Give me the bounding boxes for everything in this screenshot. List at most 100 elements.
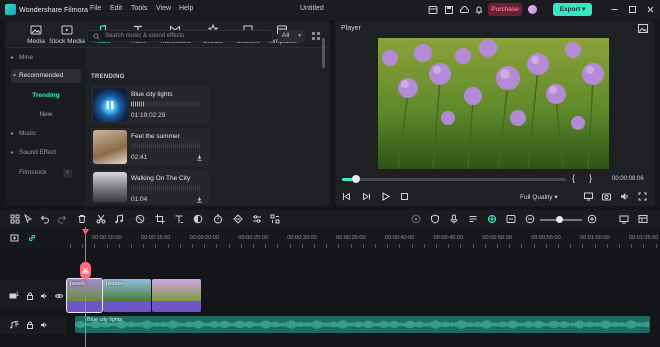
layout-grid-icon[interactable] bbox=[10, 214, 20, 224]
playhead-line[interactable] bbox=[85, 227, 86, 347]
menu-edit[interactable]: Edit bbox=[110, 5, 122, 12]
keyframe-icon[interactable] bbox=[233, 214, 243, 224]
stop-icon[interactable] bbox=[400, 192, 409, 201]
ruler-tick bbox=[558, 244, 559, 248]
crop-icon[interactable] bbox=[155, 214, 165, 224]
sidebar-item-sound-effect[interactable]: ▸ Sound Effect bbox=[11, 146, 81, 160]
text-tool-icon[interactable] bbox=[174, 214, 184, 224]
filmora-logo-icon bbox=[5, 4, 16, 15]
cloud-upload-icon[interactable] bbox=[459, 5, 469, 15]
search-placeholder: Search music & sound effects bbox=[105, 33, 185, 39]
split-scissors-icon[interactable] bbox=[96, 214, 106, 224]
render-preview-icon[interactable] bbox=[411, 214, 421, 224]
lock-icon[interactable] bbox=[26, 321, 34, 329]
menu-view[interactable]: View bbox=[156, 5, 171, 12]
media-scrollbar[interactable] bbox=[322, 38, 325, 68]
sidebar-item-mine[interactable]: ▸ Mine bbox=[11, 51, 81, 65]
voiceover-list-icon[interactable] bbox=[468, 214, 478, 224]
snapshot-camera-icon[interactable] bbox=[602, 192, 611, 201]
media-library-icon[interactable] bbox=[428, 5, 438, 15]
audio-track-card[interactable]: Walking On The City 01:04 bbox=[91, 170, 209, 204]
menu-help[interactable]: Help bbox=[179, 5, 193, 12]
color-adjust-icon[interactable] bbox=[193, 214, 203, 224]
previous-frame-icon[interactable] bbox=[342, 192, 351, 201]
delete-icon[interactable] bbox=[77, 214, 87, 224]
playback-scrubber[interactable] bbox=[342, 178, 566, 181]
download-icon[interactable] bbox=[196, 196, 203, 203]
fit-to-screen-icon[interactable] bbox=[619, 214, 629, 224]
quality-dropdown[interactable]: Full Quality ▾ bbox=[520, 193, 558, 201]
fullscreen-icon[interactable] bbox=[638, 192, 647, 201]
video-clip[interactable]: pexels- bbox=[103, 279, 151, 312]
ruler-time-label: 00:00:50:00 bbox=[482, 235, 512, 241]
sidebar-subitem-trending[interactable]: Trending bbox=[11, 92, 81, 99]
lock-icon[interactable] bbox=[26, 292, 34, 300]
more-tools-icon[interactable] bbox=[270, 214, 280, 224]
add-track-icon[interactable] bbox=[10, 233, 20, 243]
tab-stock-media[interactable]: Stock Media bbox=[46, 23, 88, 47]
chevron-right-icon: ▸ bbox=[11, 131, 15, 137]
video-preview[interactable] bbox=[378, 38, 609, 169]
volume-icon[interactable] bbox=[620, 192, 629, 201]
zoom-in-icon[interactable] bbox=[587, 214, 597, 224]
collapse-sidebar-button[interactable]: ‹ bbox=[63, 169, 72, 178]
disable-icon[interactable] bbox=[135, 214, 145, 224]
video-clip[interactable] bbox=[152, 279, 201, 312]
search-input[interactable]: Search music & sound effects bbox=[87, 30, 273, 42]
ruler-tick bbox=[619, 244, 620, 248]
menu-tools[interactable]: Tools bbox=[131, 5, 147, 12]
track-thumbnail bbox=[93, 130, 127, 164]
marker-shield-icon[interactable] bbox=[430, 214, 440, 224]
save-icon[interactable] bbox=[444, 5, 454, 15]
zoom-out-icon[interactable] bbox=[525, 214, 535, 224]
ruler-tick bbox=[168, 244, 169, 248]
mute-speaker-icon[interactable] bbox=[40, 292, 48, 300]
visibility-eye-icon[interactable] bbox=[55, 292, 63, 300]
sidebar-subitem-new[interactable]: New bbox=[11, 111, 81, 118]
flower-field-preview-image bbox=[378, 38, 609, 169]
audio-music-icon[interactable] bbox=[114, 214, 124, 224]
pause-icon[interactable] bbox=[105, 100, 115, 110]
zoom-slider-handle[interactable] bbox=[556, 216, 563, 223]
notification-bell-icon[interactable] bbox=[474, 5, 484, 15]
mute-speaker-icon[interactable] bbox=[40, 321, 48, 329]
speed-timer-icon[interactable] bbox=[213, 214, 223, 224]
audio-track-card[interactable]: Blue city lights 01:19;02:29 bbox=[91, 86, 209, 124]
menu-file[interactable]: File bbox=[90, 5, 101, 12]
link-icon[interactable] bbox=[27, 233, 37, 243]
ruler-tick bbox=[534, 244, 535, 248]
minimize-icon[interactable] bbox=[609, 4, 620, 15]
filter-dropdown[interactable]: All ▾ bbox=[278, 30, 305, 42]
purchase-button[interactable]: Purchase bbox=[488, 3, 522, 16]
close-icon[interactable] bbox=[645, 4, 656, 15]
microphone-icon[interactable] bbox=[449, 214, 459, 224]
playback-scrubber-handle[interactable] bbox=[352, 175, 360, 183]
redo-icon[interactable] bbox=[57, 214, 67, 224]
display-settings-icon[interactable] bbox=[584, 192, 593, 201]
sidebar-item-recommended[interactable]: ▾ Recommended bbox=[11, 69, 81, 83]
play-icon[interactable] bbox=[381, 192, 390, 201]
sidebar-item-music[interactable]: ▸ Music bbox=[11, 127, 81, 141]
mark-in-icon[interactable]: { bbox=[572, 173, 575, 183]
auto-ripple-icon[interactable] bbox=[506, 214, 516, 224]
snap-magnet-icon[interactable] bbox=[487, 214, 497, 224]
export-button[interactable]: Export ▾ bbox=[553, 3, 592, 16]
play-reverse-icon[interactable] bbox=[362, 192, 371, 201]
ruler-tick bbox=[70, 244, 71, 248]
playhead-split-marker[interactable] bbox=[80, 262, 91, 279]
download-icon[interactable] bbox=[196, 154, 203, 161]
adjust-sliders-icon[interactable] bbox=[252, 214, 262, 224]
timeline-settings-icon[interactable] bbox=[638, 214, 648, 224]
mark-out-icon[interactable]: } bbox=[589, 173, 592, 183]
audio-track-number: 1 bbox=[16, 321, 20, 327]
user-avatar[interactable] bbox=[528, 5, 537, 14]
chevron-down-icon: ▾ bbox=[13, 73, 17, 79]
select-tool-icon[interactable] bbox=[23, 214, 33, 224]
audio-clip[interactable]: Blue city lights bbox=[75, 316, 650, 333]
maximize-icon[interactable] bbox=[627, 4, 638, 15]
snapshot-image-icon[interactable] bbox=[638, 24, 648, 33]
ruler-tick bbox=[582, 244, 583, 248]
audio-track-card[interactable]: Feel the summer 02:41 bbox=[91, 128, 209, 166]
grid-view-icon[interactable] bbox=[311, 31, 321, 41]
undo-icon[interactable] bbox=[40, 214, 50, 224]
